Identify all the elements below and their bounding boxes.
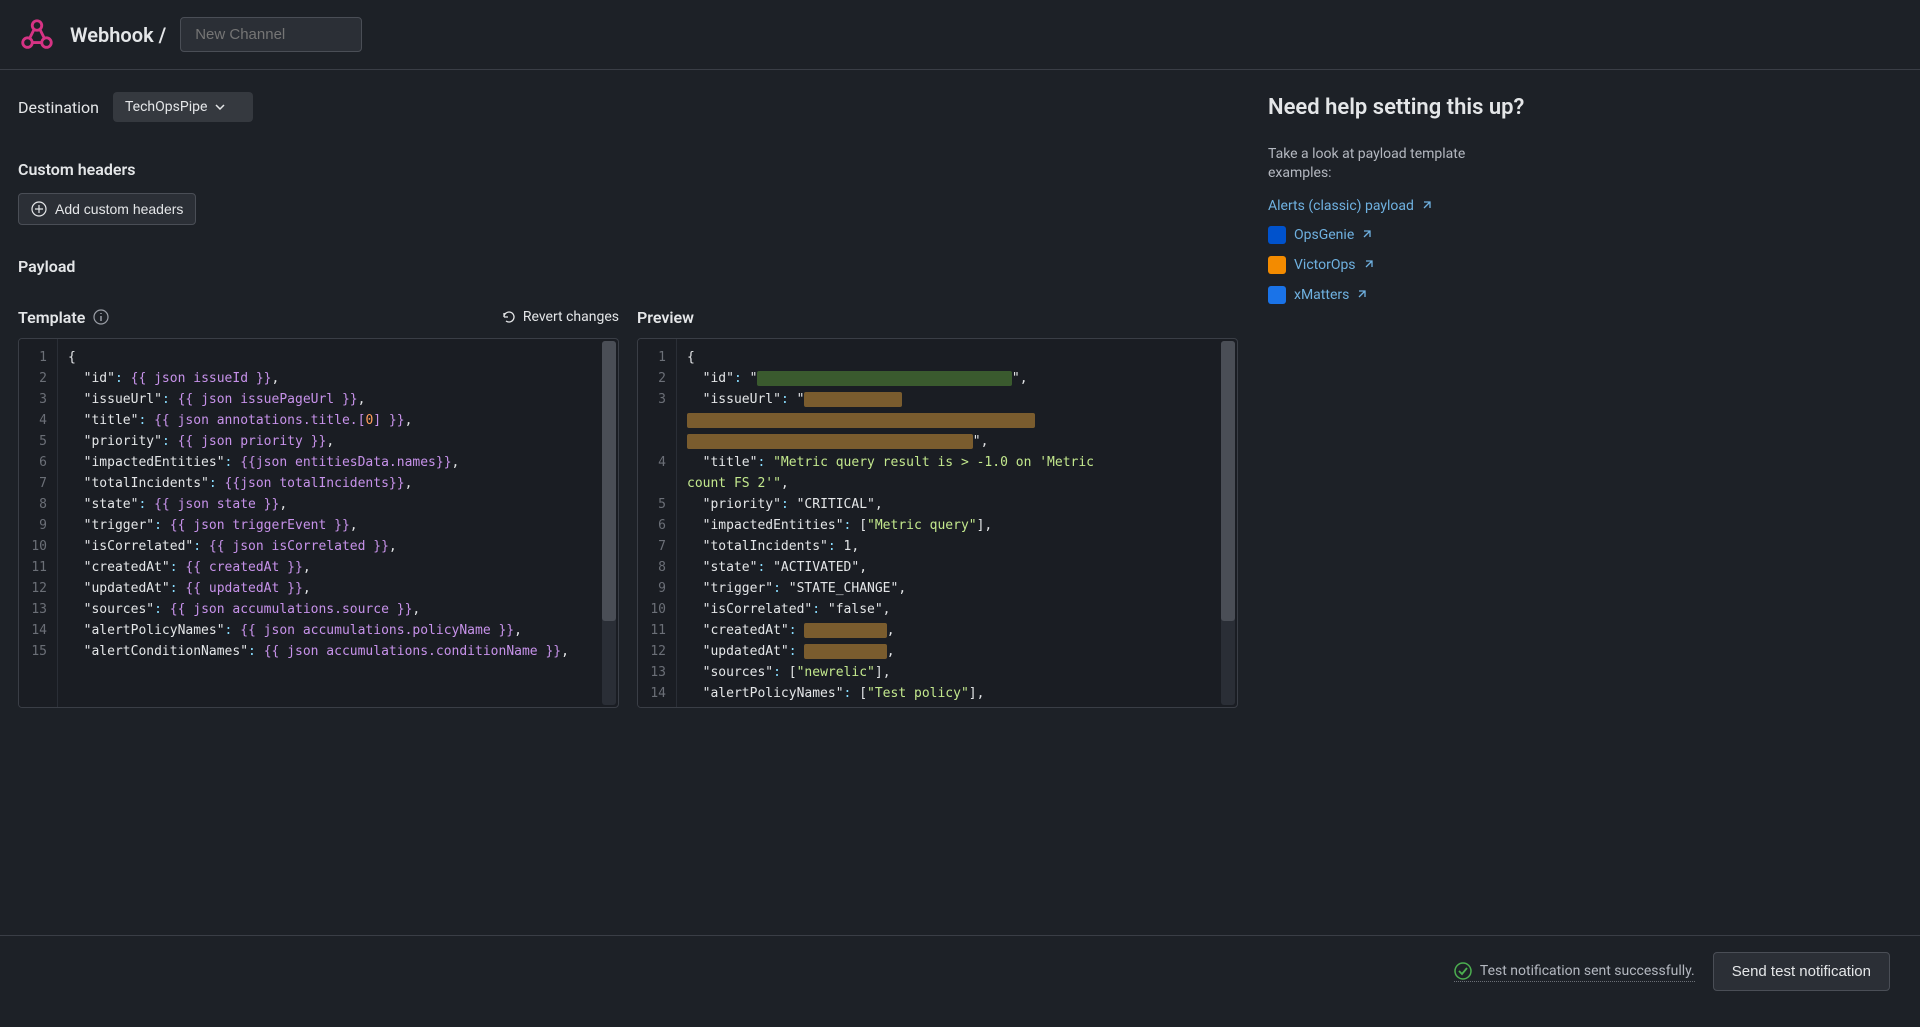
help-link-xmatters[interactable]: xMatters — [1268, 286, 1528, 304]
opsgenie-icon — [1268, 226, 1286, 244]
payload-label: Payload — [18, 257, 1238, 276]
template-gutter: 123456789101112131415 — [19, 339, 58, 707]
add-custom-headers-button[interactable]: Add custom headers — [18, 193, 196, 225]
info-icon[interactable] — [93, 309, 109, 325]
preview-code: { "id": "███████████████████████████████… — [677, 339, 1237, 707]
destination-row: Destination TechOpsPipe — [18, 92, 1238, 122]
preview-gutter: 1234567891011121314 — [638, 339, 677, 707]
destination-select[interactable]: TechOpsPipe — [113, 92, 253, 122]
revert-changes-link[interactable]: Revert changes — [501, 309, 619, 325]
external-link-icon — [1355, 289, 1367, 301]
preview-editor: 1234567891011121314 { "id": "███████████… — [637, 338, 1238, 708]
scrollbar-thumb[interactable] — [1221, 341, 1235, 621]
destination-selected-value: TechOpsPipe — [125, 99, 207, 115]
xmatters-icon — [1268, 286, 1286, 304]
channel-name-input[interactable] — [180, 17, 362, 52]
revert-icon — [501, 309, 517, 325]
destination-label: Destination — [18, 98, 99, 117]
chevron-down-icon — [215, 104, 225, 110]
help-panel: Need help setting this up? Take a look a… — [1268, 92, 1528, 708]
external-link-icon — [1360, 229, 1372, 241]
breadcrumb: Webhook / — [70, 23, 166, 47]
template-code[interactable]: { "id": {{ json issueId }}, "issueUrl": … — [58, 339, 618, 707]
template-editor[interactable]: 123456789101112131415 { "id": {{ json is… — [18, 338, 619, 708]
victorops-icon — [1268, 256, 1286, 274]
help-link-victorops[interactable]: VictorOps — [1268, 256, 1528, 274]
plus-icon — [31, 201, 47, 217]
revert-label: Revert changes — [523, 309, 619, 325]
scrollbar-thumb[interactable] — [602, 341, 616, 621]
custom-headers-label: Custom headers — [18, 160, 1238, 179]
help-link-opsgenie[interactable]: OpsGenie — [1268, 226, 1528, 244]
help-title: Need help setting this up? — [1268, 94, 1528, 123]
check-circle-icon — [1454, 962, 1472, 980]
header: Webhook / — [0, 0, 1920, 70]
success-message: Test notification sent successfully. — [1454, 962, 1695, 982]
add-headers-label: Add custom headers — [55, 201, 183, 217]
webhook-logo-icon — [18, 16, 56, 54]
external-link-icon — [1362, 259, 1374, 271]
external-link-icon — [1420, 200, 1432, 212]
template-title: Template — [18, 308, 109, 327]
send-test-notification-button[interactable]: Send test notification — [1713, 952, 1890, 991]
help-text: Take a look at payload template examples… — [1268, 145, 1528, 184]
success-text: Test notification sent successfully. — [1480, 963, 1695, 979]
footer: Test notification sent successfully. Sen… — [0, 935, 1920, 1007]
help-link-alerts-classic-payload[interactable]: Alerts (classic) payload — [1268, 198, 1528, 214]
preview-title: Preview — [637, 308, 694, 327]
